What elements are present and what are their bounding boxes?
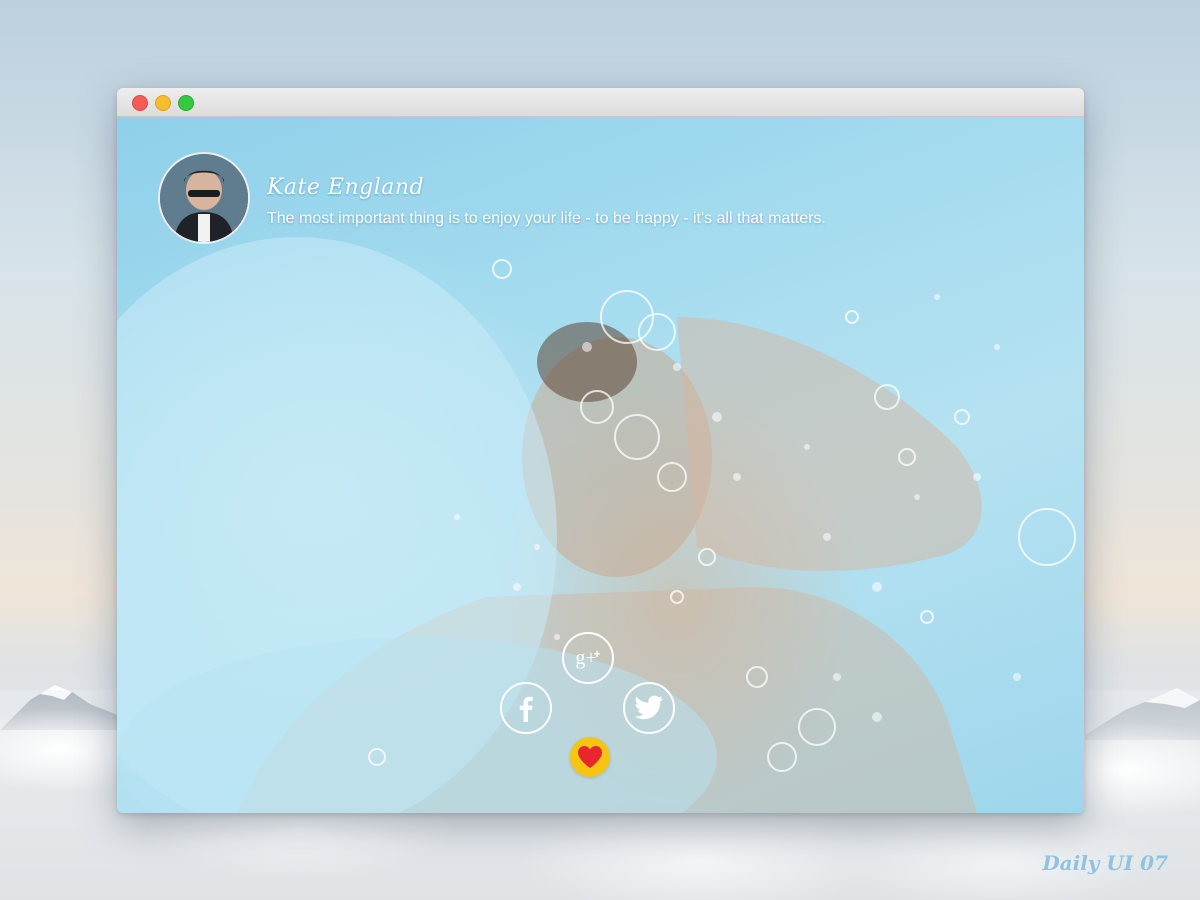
svg-text:+: + (593, 647, 600, 661)
profile-page: Kate England The most important thing is… (117, 117, 1084, 813)
twitter-icon (634, 695, 663, 720)
avatar-photo-icon (160, 154, 248, 242)
browser-window: Kate England The most important thing is… (117, 88, 1084, 813)
facebook-icon (519, 696, 533, 722)
like-button[interactable] (570, 737, 610, 777)
maximize-window-button[interactable] (178, 95, 194, 111)
facebook-button[interactable] (500, 682, 552, 734)
brand-label: Daily UI 07 (1042, 851, 1168, 875)
profile-avatar[interactable] (158, 152, 250, 244)
window-titlebar[interactable] (117, 88, 1084, 117)
profile-name: Kate England (267, 175, 425, 200)
google-plus-button[interactable]: g+ + (562, 632, 614, 684)
twitter-button[interactable] (623, 682, 675, 734)
google-plus-icon: g+ + (575, 647, 600, 669)
profile-quote: The most important thing is to enjoy you… (267, 210, 826, 227)
close-window-button[interactable] (132, 95, 148, 111)
minimize-window-button[interactable] (155, 95, 171, 111)
heart-icon (578, 746, 602, 768)
